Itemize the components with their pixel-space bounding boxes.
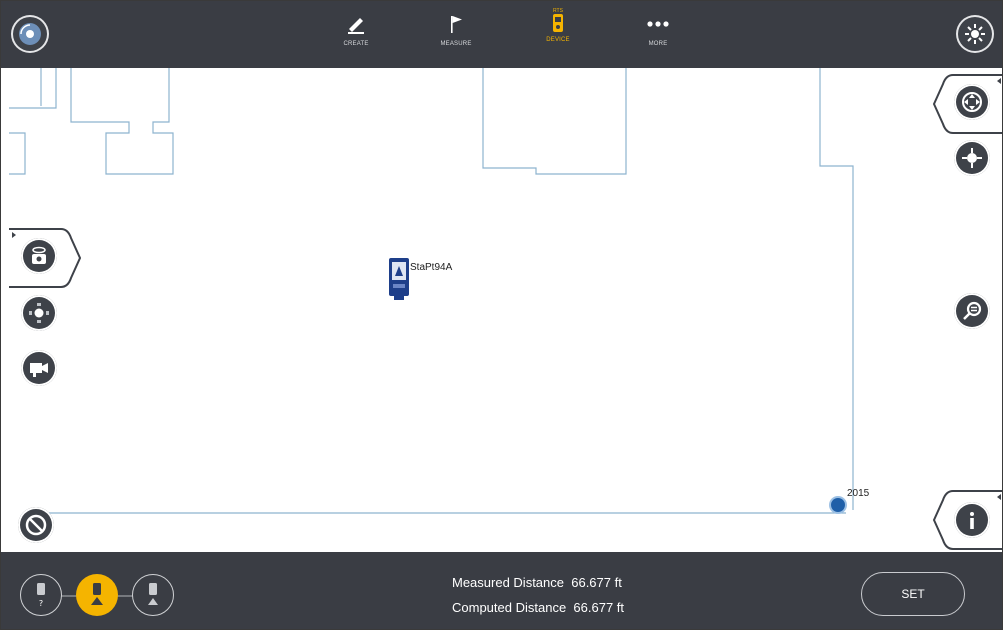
nav-create[interactable]: CREATE bbox=[321, 1, 391, 68]
nav-more[interactable]: MORE bbox=[623, 1, 693, 68]
mode-prism-button[interactable] bbox=[132, 574, 174, 616]
app-frame: CREATE MEASURE RTS DEVICE MORE StaPt94A … bbox=[0, 0, 1003, 630]
floorplan-lines bbox=[9, 68, 854, 514]
info-icon bbox=[970, 512, 974, 529]
device-icon bbox=[553, 14, 563, 32]
crosshair-icon bbox=[962, 148, 982, 168]
prism-icon bbox=[148, 583, 158, 605]
nav-device[interactable]: RTS DEVICE bbox=[523, 1, 593, 68]
mode-instrument-button[interactable] bbox=[76, 574, 118, 616]
instrument-icon bbox=[91, 583, 103, 605]
station-marker[interactable] bbox=[388, 256, 410, 302]
nav-create-label: CREATE bbox=[343, 41, 369, 47]
mode-prism-unknown-button[interactable]: ? bbox=[20, 574, 62, 616]
flag-icon bbox=[451, 16, 462, 33]
joystick-button[interactable] bbox=[21, 295, 57, 331]
computed-distance-label: Computed Distance bbox=[452, 600, 567, 615]
map-canvas[interactable]: StaPt94A 2015 bbox=[1, 68, 1002, 552]
measured-distance-label: Measured Distance bbox=[452, 575, 564, 590]
svg-text:?: ? bbox=[39, 599, 43, 608]
prism-camera-icon bbox=[32, 246, 46, 264]
more-dots-icon bbox=[647, 21, 669, 27]
cancel-button[interactable] bbox=[18, 507, 54, 543]
measured-distance: Measured Distance 66.677 ft bbox=[452, 575, 622, 590]
magnifier-icon bbox=[963, 301, 982, 320]
nav-device-label: DEVICE bbox=[546, 37, 570, 43]
measured-distance-value: 66.677 ft bbox=[571, 575, 622, 590]
no-entry-icon bbox=[25, 514, 47, 536]
camera-view-button[interactable] bbox=[21, 238, 57, 274]
zoom-button[interactable] bbox=[954, 293, 990, 329]
disc-icon bbox=[19, 23, 41, 45]
station-label: StaPt94A bbox=[410, 262, 453, 273]
app-menu-button[interactable] bbox=[11, 15, 49, 53]
sun-icon bbox=[965, 24, 985, 44]
brightness-button[interactable] bbox=[956, 15, 994, 53]
move-arrows-icon bbox=[962, 92, 982, 112]
nav-measure[interactable]: MEASURE bbox=[421, 1, 491, 68]
set-button[interactable]: SET bbox=[861, 572, 965, 616]
computed-distance-value: 66.677 ft bbox=[573, 600, 625, 615]
point-label: 2015 bbox=[847, 488, 870, 499]
top-toolbar: CREATE MEASURE RTS DEVICE MORE bbox=[1, 1, 1002, 68]
nav-more-label: MORE bbox=[648, 41, 668, 47]
prism-question-icon: ? bbox=[37, 583, 45, 608]
joystick-icon bbox=[29, 303, 49, 323]
info-button[interactable] bbox=[954, 502, 990, 538]
pan-button[interactable] bbox=[954, 84, 990, 120]
video-button[interactable] bbox=[21, 350, 57, 386]
center-button[interactable] bbox=[954, 140, 990, 176]
computed-distance: Computed Distance 66.677 ft bbox=[452, 600, 624, 615]
nav-measure-label: MEASURE bbox=[440, 41, 472, 47]
video-camera-icon bbox=[30, 363, 48, 377]
pencil-icon bbox=[348, 18, 364, 34]
survey-point[interactable] bbox=[831, 498, 845, 512]
total-station-icon bbox=[389, 258, 409, 300]
